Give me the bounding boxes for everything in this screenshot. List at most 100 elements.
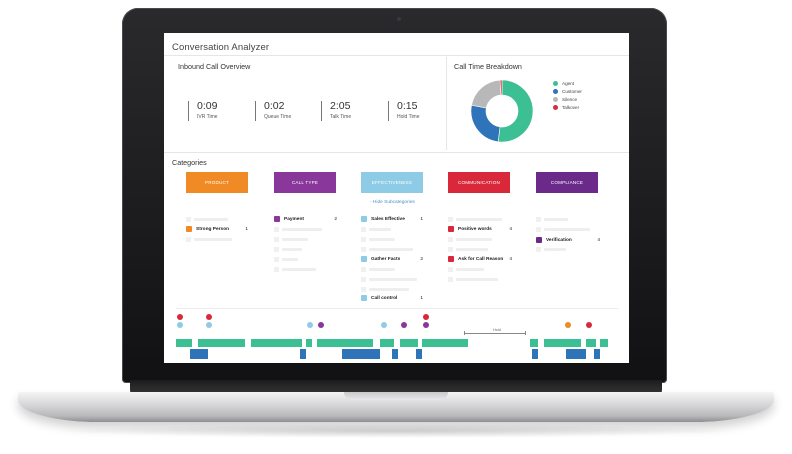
subcategory-gather-facts[interactable]: Gather Facts 2 bbox=[361, 255, 423, 263]
subcategory-count: 2 bbox=[420, 256, 423, 262]
event-marker[interactable] bbox=[177, 322, 183, 328]
metric-value: 0:15 bbox=[397, 100, 418, 112]
customer-segment[interactable] bbox=[190, 349, 208, 359]
subcategory-call-control[interactable]: Call control 1 bbox=[361, 294, 423, 302]
legend-dot bbox=[553, 96, 558, 102]
subcategory-swatch bbox=[361, 295, 367, 301]
subcategory-verification[interactable]: Verification 4 bbox=[536, 236, 600, 244]
agent-segment[interactable] bbox=[600, 339, 608, 347]
hold-span-line bbox=[464, 333, 526, 334]
subcategory-swatch bbox=[361, 256, 367, 262]
agent-segment[interactable] bbox=[380, 339, 394, 347]
subcategory-swatch bbox=[361, 216, 367, 222]
subcategory-count: 1 bbox=[420, 216, 423, 222]
subcategory-count: 2 bbox=[334, 216, 337, 222]
donut-segment-agent[interactable] bbox=[497, 79, 534, 143]
subcategory-label: Strong Person bbox=[196, 226, 230, 232]
event-marker[interactable] bbox=[307, 322, 313, 328]
agent-segment[interactable] bbox=[422, 339, 468, 347]
event-marker[interactable] bbox=[318, 322, 324, 328]
customer-segment[interactable] bbox=[392, 349, 398, 359]
category-call-type-button[interactable]: CALL TYPE bbox=[274, 172, 336, 193]
customer-segment[interactable] bbox=[532, 349, 538, 359]
breakdown-title: Call Time Breakdown bbox=[454, 62, 522, 71]
subcategory-positive-words[interactable]: Positive words 4 bbox=[448, 225, 512, 233]
event-marker[interactable] bbox=[423, 314, 429, 320]
subcategory-count: 1 bbox=[245, 226, 248, 232]
customer-segment[interactable] bbox=[342, 349, 380, 359]
category-communication-button[interactable]: COMMUNICATION bbox=[448, 172, 510, 193]
agent-segment[interactable] bbox=[530, 339, 538, 347]
subcategory-count: 4 bbox=[509, 226, 512, 232]
metric-label: IVR Time bbox=[197, 114, 218, 120]
legend-item-customer: Customer bbox=[553, 87, 582, 95]
subcategory-ask-for-call-reason[interactable]: Ask for Call Reason 4 bbox=[448, 255, 512, 263]
agent-segment[interactable] bbox=[317, 339, 373, 347]
event-marker[interactable] bbox=[565, 322, 571, 328]
subcategory-count: 4 bbox=[597, 237, 600, 243]
hide-subcategories-link[interactable]: - Hide Subcategories bbox=[370, 200, 415, 205]
metric-value: 0:09 bbox=[197, 100, 218, 112]
legend-dot bbox=[553, 80, 558, 86]
legend-item-agent: Agent bbox=[553, 79, 582, 87]
agent-segment[interactable] bbox=[251, 339, 302, 347]
legend-item-talkover: Talkover bbox=[553, 103, 582, 111]
subcategory-label: Payment bbox=[284, 216, 304, 222]
event-marker[interactable] bbox=[381, 322, 387, 328]
metric-label: Hold Time bbox=[397, 114, 420, 120]
hold-span-start bbox=[464, 331, 465, 335]
category-effectiveness-button[interactable]: EFFECTIVENESS bbox=[361, 172, 423, 193]
legend-dot bbox=[553, 104, 558, 110]
donut-segment-silence[interactable] bbox=[471, 79, 502, 109]
subcategory-label: Gather Facts bbox=[371, 256, 401, 262]
subcategory-strong-person[interactable]: Strong Person 1 bbox=[186, 225, 248, 233]
event-marker[interactable] bbox=[401, 322, 407, 328]
legend-label: Customer bbox=[562, 88, 582, 94]
customer-segment[interactable] bbox=[416, 349, 422, 359]
overview-title: Inbound Call Overview bbox=[178, 62, 251, 71]
laptop-opening-notch bbox=[344, 392, 448, 400]
subcategory-count: 1 bbox=[420, 295, 423, 301]
subcategory-swatch bbox=[186, 226, 192, 232]
subcategory-sales-effective[interactable]: Sales Effective 1 bbox=[361, 215, 423, 223]
metric-label: Queue Time bbox=[264, 114, 292, 120]
subcategory-count: 4 bbox=[509, 256, 512, 262]
customer-segment[interactable] bbox=[300, 349, 306, 359]
hold-label: Hold bbox=[493, 328, 501, 332]
subcategory-payment[interactable]: Payment 2 bbox=[274, 215, 337, 223]
category-compliance-button[interactable]: COMPLIANCE bbox=[536, 172, 598, 193]
donut-segment-customer[interactable] bbox=[470, 104, 501, 143]
subcategory-label: Verification bbox=[546, 237, 572, 243]
event-marker[interactable] bbox=[206, 322, 212, 328]
subcategory-label: Call control bbox=[371, 295, 398, 301]
panel-divider bbox=[446, 57, 447, 150]
event-marker[interactable] bbox=[206, 314, 212, 320]
event-marker[interactable] bbox=[586, 322, 592, 328]
event-marker[interactable] bbox=[423, 322, 429, 328]
legend-label: Silence bbox=[562, 96, 578, 102]
agent-segment[interactable] bbox=[400, 339, 418, 347]
customer-segment[interactable] bbox=[566, 349, 586, 359]
laptop-shadow bbox=[60, 424, 732, 438]
subcategory-swatch bbox=[536, 237, 542, 243]
agent-segment[interactable] bbox=[544, 339, 581, 347]
legend-dot bbox=[553, 88, 558, 94]
agent-segment[interactable] bbox=[176, 339, 192, 347]
agent-segment[interactable] bbox=[198, 339, 245, 347]
app-screen: Conversation Analyzer Inbound Call Overv… bbox=[164, 33, 629, 363]
app-title: Conversation Analyzer bbox=[172, 42, 270, 53]
event-marker[interactable] bbox=[177, 314, 183, 320]
metric-value: 2:05 bbox=[330, 100, 351, 112]
agent-segment[interactable] bbox=[586, 339, 596, 347]
metric-talk-time: 2:05 Talk Time bbox=[321, 101, 351, 121]
hold-span-end bbox=[525, 331, 526, 335]
agent-segment[interactable] bbox=[306, 339, 312, 347]
category-product-button[interactable]: PRODUCT bbox=[186, 172, 248, 193]
call-time-donut-chart bbox=[470, 79, 534, 143]
customer-segment[interactable] bbox=[594, 349, 600, 359]
metric-queue-time: 0:02 Queue Time bbox=[255, 101, 291, 121]
webcam bbox=[397, 17, 401, 21]
subcategory-swatch bbox=[448, 226, 454, 232]
title-divider bbox=[164, 55, 629, 56]
timeline-top-rule bbox=[176, 308, 618, 309]
